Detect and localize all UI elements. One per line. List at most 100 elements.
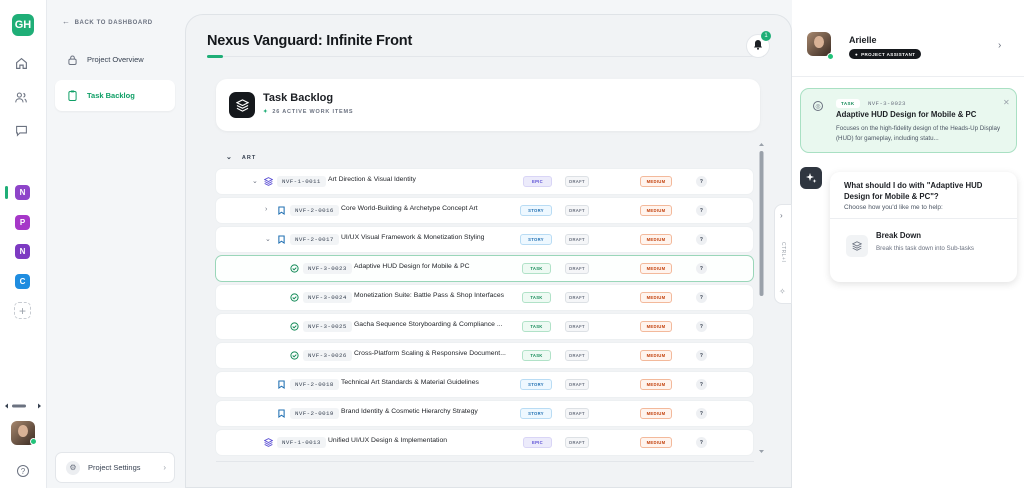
ai-sparkle-icon: [800, 167, 822, 189]
task-row[interactable]: NVF-3-0024 Monetization Suite: Battle Pas…: [216, 285, 753, 310]
priority-badge[interactable]: MEDIUM: [640, 379, 672, 390]
priority-badge[interactable]: MEDIUM: [640, 408, 672, 419]
status-badge[interactable]: DRAFT: [565, 408, 589, 419]
status-badge[interactable]: DRAFT: [565, 263, 589, 274]
status-badge[interactable]: DRAFT: [565, 205, 589, 216]
task-title[interactable]: Adaptive HUD Design for Mobile & PC: [354, 263, 514, 270]
priority-badge[interactable]: MEDIUM: [640, 205, 672, 216]
task-list-scrollbar[interactable]: [759, 143, 764, 453]
assignee-placeholder[interactable]: ?: [696, 234, 707, 245]
task-row[interactable]: NVF-2-0018 Technical Art Standards & Mate…: [216, 372, 753, 397]
task-title[interactable]: Core World-Building & Archetype Concept …: [341, 205, 514, 212]
task-row[interactable]: › NVF-2-0016 Core World-Building & Archety…: [216, 198, 753, 223]
priority-badge[interactable]: MEDIUM: [640, 350, 672, 361]
status-badge[interactable]: DRAFT: [565, 321, 589, 332]
priority-badge[interactable]: MEDIUM: [640, 437, 672, 448]
layers-icon: [846, 235, 868, 257]
task-row[interactable]: NVF-3-0023 Adaptive HUD Design for Mobile…: [216, 256, 753, 281]
assistant-name: Arielle: [849, 35, 877, 45]
task-row[interactable]: ⌄ NVF-2-0017 UI/UX Visual Framework & Mone…: [216, 227, 753, 252]
arrow-left-icon: ←: [62, 17, 71, 26]
chevron-right-icon: ›: [780, 211, 783, 220]
workspace-n2[interactable]: N: [15, 244, 30, 259]
task-title[interactable]: Unified UI/UX Design & Implementation: [328, 437, 514, 444]
chat-icon[interactable]: [13, 122, 29, 138]
task-id: NVF-3-0024: [303, 292, 352, 303]
task-row[interactable]: NVF-3-0025 Gacha Sequence Storyboarding &…: [216, 314, 753, 339]
assignee-placeholder[interactable]: ?: [696, 205, 707, 216]
nav-item-project-overview[interactable]: Project Overview: [55, 44, 175, 75]
task-title: Adaptive HUD Design for Mobile & PC: [836, 110, 977, 119]
priority-badge[interactable]: MEDIUM: [640, 234, 672, 245]
task-id: NVF-2-0017: [290, 234, 339, 245]
status-badge[interactable]: DRAFT: [565, 379, 589, 390]
assignee-placeholder[interactable]: ?: [696, 292, 707, 303]
assignee-placeholder[interactable]: ?: [696, 263, 707, 274]
priority-badge[interactable]: MEDIUM: [640, 176, 672, 187]
status-badge[interactable]: DRAFT: [565, 176, 589, 187]
title-accent: [207, 55, 223, 58]
selected-task-card[interactable]: ◎ TASK NVF-3-0023 ✕ Adaptive HUD Design …: [800, 88, 1017, 153]
page-title: Nexus Vanguard: Infinite Front: [207, 33, 413, 49]
task-title[interactable]: Monetization Suite: Battle Pass & Shop I…: [354, 292, 514, 299]
workspace-c[interactable]: C: [15, 274, 30, 289]
app-logo[interactable]: GH: [12, 14, 34, 36]
task-id: NVF-1-0013: [277, 437, 326, 448]
task-id: NVF-2-0018: [290, 379, 339, 390]
priority-badge[interactable]: MEDIUM: [640, 292, 672, 303]
nav-item-task-backlog[interactable]: Task Backlog: [55, 80, 175, 111]
add-workspace-button[interactable]: +: [14, 302, 31, 319]
help-icon[interactable]: ?: [17, 465, 29, 477]
assignee-placeholder[interactable]: ?: [696, 437, 707, 448]
rail-scrollbar[interactable]: [4, 396, 42, 409]
back-to-dashboard-link[interactable]: ← BACK TO DASHBOARD: [62, 17, 153, 26]
project-navigation: ← BACK TO DASHBOARD Project Overview Task…: [47, 0, 185, 488]
title-divider: [207, 56, 764, 57]
card-divider: [830, 218, 1017, 219]
task-icon: [289, 263, 299, 273]
group-header-art[interactable]: ⌄ ART: [226, 153, 256, 161]
task-row[interactable]: NVF-3-0026 Cross-Platform Scaling & Respo…: [216, 343, 753, 368]
assignee-placeholder[interactable]: ?: [696, 379, 707, 390]
type-tag: TASK: [522, 350, 551, 361]
chevron-right-icon: ›: [163, 463, 166, 472]
project-settings-button[interactable]: ⚙ Project Settings ›: [55, 452, 175, 483]
task-title[interactable]: Gacha Sequence Storyboarding & Complianc…: [354, 321, 514, 328]
status-badge[interactable]: DRAFT: [565, 292, 589, 303]
workspace-n1[interactable]: N: [15, 185, 30, 200]
close-icon[interactable]: ✕: [1003, 98, 1010, 107]
task-title[interactable]: Cross-Platform Scaling & Responsive Docu…: [354, 350, 514, 357]
assignee-placeholder[interactable]: ?: [696, 350, 707, 361]
priority-badge[interactable]: MEDIUM: [640, 263, 672, 274]
task-title[interactable]: Art Direction & Visual Identity: [328, 176, 514, 183]
assignee-placeholder[interactable]: ?: [696, 408, 707, 419]
task-row[interactable]: NVF-2-0019 Brand Identity & Cosmetic Hier…: [216, 401, 753, 426]
task-row[interactable]: ⌄ NVF-1-0011 Art Direction & Visual Identi…: [216, 169, 753, 194]
chevron-down-icon[interactable]: ⌄: [265, 235, 271, 243]
chevron-right-icon[interactable]: ›: [265, 206, 267, 213]
type-tag: STORY: [520, 379, 552, 390]
home-icon[interactable]: [13, 55, 29, 71]
assignee-placeholder[interactable]: ?: [696, 176, 707, 187]
option-description: Break this task down into Sub-tasks: [876, 245, 975, 252]
workspace-p[interactable]: P: [15, 215, 30, 230]
task-title[interactable]: Brand Identity & Cosmetic Hierarchy Stra…: [341, 408, 514, 415]
assistant-role-badge: ● PROJECT ASSISTANT: [849, 49, 922, 59]
task-title[interactable]: Technical Art Standards & Material Guide…: [341, 379, 514, 386]
users-icon[interactable]: [13, 89, 29, 105]
task-id: NVF-2-0016: [290, 205, 339, 216]
task-title[interactable]: UI/UX Visual Framework & Monetization St…: [341, 234, 514, 241]
chevron-down-icon[interactable]: ⌄: [252, 177, 258, 185]
backlog-count: ✦ 26 ACTIVE WORK ITEMS: [263, 109, 353, 115]
epic-icon: [263, 176, 273, 186]
expand-chevron-icon[interactable]: ›: [998, 40, 1001, 51]
assignee-placeholder[interactable]: ?: [696, 321, 707, 332]
priority-badge[interactable]: MEDIUM: [640, 321, 672, 332]
status-badge[interactable]: DRAFT: [565, 350, 589, 361]
task-id: NVF-3-0023: [868, 100, 906, 107]
task-description: Focuses on the high-fidelity design of t…: [836, 125, 1001, 142]
status-badge[interactable]: DRAFT: [565, 234, 589, 245]
status-badge[interactable]: DRAFT: [565, 437, 589, 448]
task-row[interactable]: NVF-1-0013 Unified UI/UX Design & Impleme…: [216, 430, 753, 455]
assistant-panel-handle[interactable]: › CTRL+I ✧: [774, 204, 792, 304]
